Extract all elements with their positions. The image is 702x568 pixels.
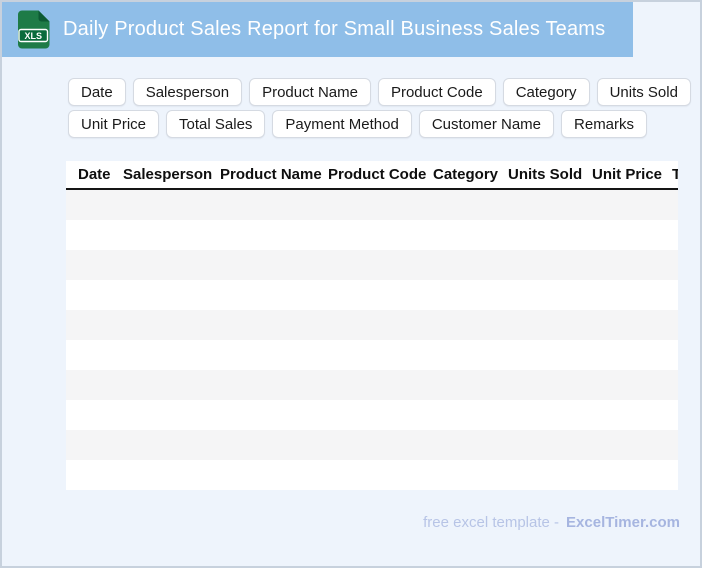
- chip-row: Unit Price Total Sales Payment Method Custo…: [68, 110, 691, 138]
- table-row: [66, 280, 678, 310]
- table-row: [66, 340, 678, 370]
- field-chip-category[interactable]: Category: [502, 78, 590, 106]
- table-row: [66, 250, 678, 280]
- table-row: [66, 190, 678, 220]
- sales-table: Date Salesperson Product Name Product Code C…: [66, 161, 678, 490]
- field-chip-product-name[interactable]: Product Name: [249, 78, 371, 106]
- table-row: [66, 220, 678, 250]
- column-header-date: Date: [78, 166, 111, 183]
- page: XLS Daily Product Sales Report for Small…: [0, 0, 702, 568]
- table-body: [66, 190, 678, 490]
- field-chip-salesperson[interactable]: Salesperson: [132, 78, 243, 106]
- xls-icon-label: XLS: [24, 31, 42, 41]
- table-row: [66, 370, 678, 400]
- field-chip-product-code[interactable]: Product Code: [377, 78, 496, 106]
- column-header-units-sold: Units Sold: [508, 166, 583, 183]
- column-header-product-code: Product Code: [328, 166, 427, 183]
- table-row: [66, 460, 678, 490]
- field-chip-total-sales[interactable]: Total Sales: [166, 110, 266, 138]
- column-header-salesperson: Salesperson: [123, 166, 213, 183]
- field-chip-date[interactable]: Date: [68, 78, 126, 106]
- column-header-product-name: Product Name: [220, 166, 322, 183]
- app-header: XLS Daily Product Sales Report for Small…: [2, 2, 633, 57]
- footer-text: free excel template -: [423, 514, 560, 531]
- field-chip-remarks[interactable]: Remarks: [561, 110, 648, 138]
- table-row: [66, 310, 678, 340]
- page-title: Daily Product Sales Report for Small Bus…: [63, 18, 606, 40]
- field-chip-payment-method[interactable]: Payment Method: [272, 110, 412, 138]
- table-header-row: Date Salesperson Product Name Product Code C…: [66, 161, 678, 190]
- table-row: [66, 430, 678, 460]
- field-chip-customer-name[interactable]: Customer Name: [418, 110, 555, 138]
- table-row: [66, 400, 678, 430]
- xls-file-icon: XLS: [18, 10, 50, 49]
- column-header-category: Category: [433, 166, 499, 183]
- field-chip-units-sold[interactable]: Units Sold: [596, 78, 691, 106]
- column-header-total-sales: Total Sales: [672, 166, 678, 183]
- field-chips: Date Salesperson Product Name Product Code C…: [68, 78, 691, 138]
- footer: free excel template - ExcelTimer.com: [423, 514, 680, 531]
- column-header-unit-price: Unit Price: [592, 166, 663, 183]
- footer-brand-link[interactable]: ExcelTimer.com: [566, 514, 680, 531]
- field-chip-unit-price[interactable]: Unit Price: [68, 110, 160, 138]
- chip-row: Date Salesperson Product Name Product Code C…: [68, 78, 691, 106]
